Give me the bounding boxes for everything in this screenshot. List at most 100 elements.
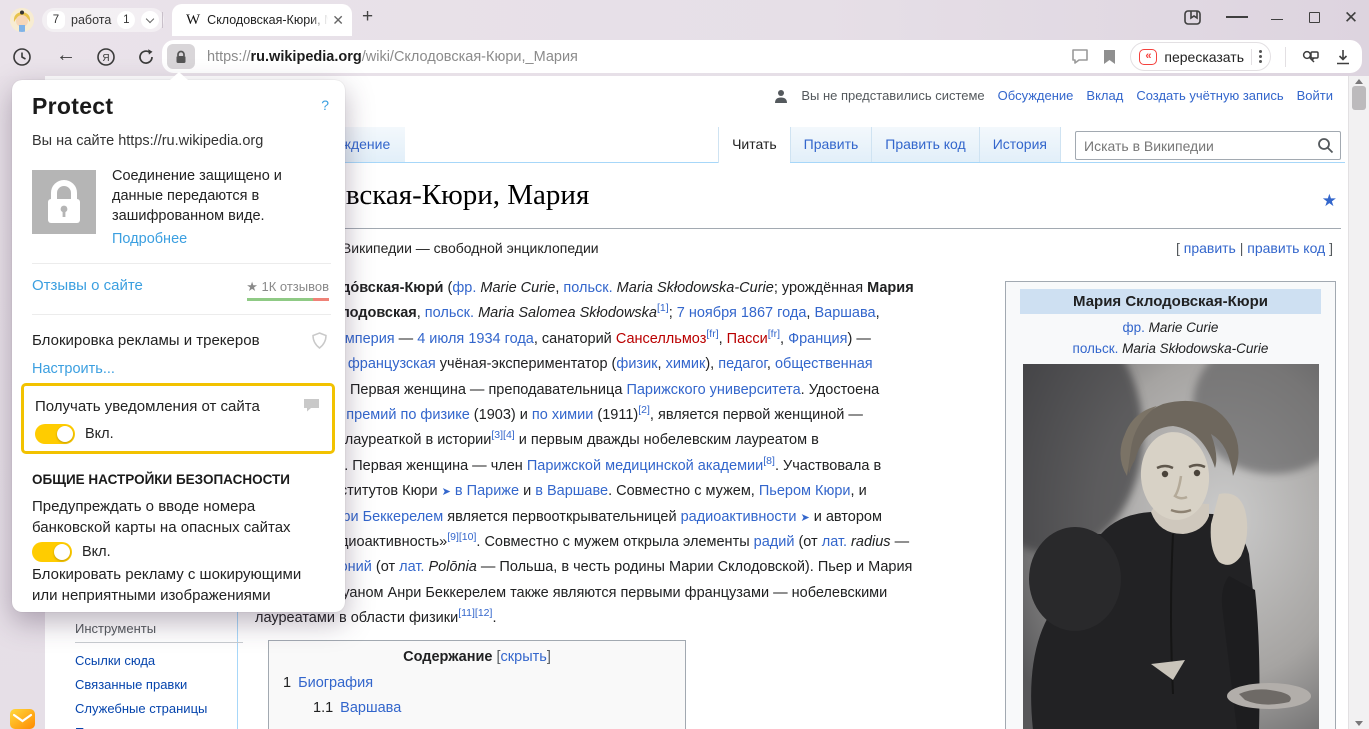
side-panel-button[interactable]	[1181, 6, 1203, 28]
tools-link[interactable]: Служебные страницы	[75, 701, 243, 716]
minimize-button[interactable]	[1266, 6, 1288, 28]
wiki-link[interactable]: в Варшаве	[535, 483, 608, 499]
reference-link[interactable]: [3][4]	[491, 430, 514, 442]
tab-1[interactable]: Читать	[718, 127, 790, 163]
wiki-link[interactable]: лат.	[822, 534, 847, 550]
wiki-link[interactable]: 4 июля	[417, 331, 464, 347]
wiki-link[interactable]: Санселльмоз	[616, 331, 707, 347]
reference-link[interactable]: [fr]	[706, 328, 718, 340]
wiki-link[interactable]: Варшава	[814, 305, 875, 321]
personal-link[interactable]: Вклад	[1086, 88, 1123, 103]
close-window-button[interactable]: ✕	[1340, 6, 1362, 28]
notifications-toggle[interactable]	[35, 424, 75, 444]
wiki-link[interactable]: фр.	[452, 280, 476, 296]
wiki-link[interactable]: 7 ноября	[677, 305, 737, 321]
yandex-home-button[interactable]: Я	[96, 47, 116, 72]
rephrase-more-button[interactable]	[1259, 48, 1262, 65]
wiki-link[interactable]: Франция	[788, 331, 847, 347]
wiki-link[interactable]: править	[1184, 240, 1236, 256]
active-browser-tab[interactable]: W Склодовская-Кюри, Ма ✕	[172, 4, 352, 36]
browser-menu-button[interactable]	[1226, 6, 1248, 28]
reference-link[interactable]: [9][10]	[447, 531, 476, 543]
wiki-link[interactable]: физик	[616, 356, 657, 372]
tab-4[interactable]: История	[979, 127, 1061, 162]
bookmark-icon[interactable]	[1103, 49, 1116, 65]
address-bar[interactable]: https://ru.wikipedia.org/wiki/Склодовска…	[162, 40, 1362, 73]
toc-item[interactable]: 1.1Варшава	[313, 700, 685, 716]
refresh-button[interactable]	[136, 47, 156, 72]
profile-avatar[interactable]	[10, 8, 34, 32]
wiki-link[interactable]: химик	[666, 356, 706, 372]
wiki-link[interactable]: по химии	[532, 407, 593, 423]
configure-link[interactable]: Настроить...	[32, 361, 115, 377]
clock-icon	[12, 47, 32, 67]
text-run[interactable]: ➤	[800, 512, 809, 524]
wiki-link[interactable]: фр.	[1123, 320, 1145, 335]
page-scrollbar[interactable]	[1348, 76, 1369, 729]
wiki-link[interactable]: править код	[1247, 240, 1325, 256]
wiki-link[interactable]: 1867 года	[741, 305, 807, 321]
maximize-button[interactable]	[1303, 6, 1325, 28]
reference-link[interactable]: [11][12]	[458, 607, 492, 619]
downloads-icon[interactable]	[1334, 48, 1352, 66]
tools-link[interactable]: Ссылки сюда	[75, 653, 243, 668]
tab-close-icon[interactable]: ✕	[332, 13, 344, 27]
toc-hide-link[interactable]: [скрыть]	[497, 649, 551, 665]
wiki-link[interactable]: Парижского университета	[626, 382, 800, 398]
wiki-link[interactable]: радий	[754, 534, 795, 550]
reference-link[interactable]: [fr]	[768, 328, 780, 340]
text-run[interactable]: ➤	[442, 486, 451, 498]
wiki-link[interactable]: французская	[348, 356, 436, 372]
personal-link[interactable]: Войти	[1297, 88, 1333, 103]
reference-link[interactable]: [8]	[763, 455, 775, 467]
toggle-state-label: Вкл.	[82, 544, 111, 560]
mail-button[interactable]	[10, 708, 35, 729]
tab-group-work[interactable]: 7 работа 1	[42, 8, 164, 32]
wiki-link[interactable]: Пьером Кюри	[759, 483, 851, 499]
protect-help-link[interactable]: ?	[321, 97, 329, 113]
new-tab-button[interactable]: +	[362, 6, 373, 28]
personal-link[interactable]: Обсуждение	[998, 88, 1074, 103]
wiki-link[interactable]: Парижской медицинской академии	[527, 458, 763, 474]
site-reviews-link[interactable]: Отзывы о сайте	[32, 277, 143, 294]
back-button[interactable]: ←	[56, 44, 76, 67]
wiki-link[interactable]: педагог	[718, 356, 767, 372]
toc-link[interactable]: Варшава	[340, 700, 401, 716]
wiki-link[interactable]: радиоактивности	[681, 509, 797, 525]
passwords-icon[interactable]	[1300, 48, 1320, 66]
wiki-link[interactable]: скрыть	[501, 649, 547, 665]
watch-star-icon[interactable]: ★	[1322, 191, 1337, 211]
tab-3[interactable]: Править код	[871, 127, 978, 162]
scroll-up-icon[interactable]	[1355, 79, 1363, 84]
search-input[interactable]	[1075, 131, 1341, 160]
wiki-link[interactable]: лат.	[399, 559, 424, 575]
history-button[interactable]	[12, 47, 32, 72]
wiki-link[interactable]: общественная	[775, 356, 873, 372]
rephrase-button[interactable]: « пересказать	[1130, 42, 1271, 71]
wiki-link[interactable]: 1934 года	[468, 331, 534, 347]
url-text[interactable]: https://ru.wikipedia.org/wiki/Склодовска…	[207, 49, 578, 65]
wiki-link[interactable]: польск.	[425, 305, 474, 321]
comments-icon[interactable]	[1071, 48, 1089, 65]
search-button[interactable]	[1317, 137, 1334, 159]
tools-link[interactable]: Связанные правки	[75, 677, 243, 692]
tools-link[interactable]: Постоянная ссылка	[75, 725, 243, 729]
wiki-link[interactable]: Пасси	[727, 331, 768, 347]
wiki-link[interactable]: польск.	[563, 280, 612, 296]
scroll-down-icon[interactable]	[1355, 721, 1363, 726]
details-link[interactable]: Подробнее	[112, 231, 187, 247]
scrollbar-thumb[interactable]	[1352, 86, 1366, 110]
reference-link[interactable]: [2]	[638, 404, 650, 416]
tab-2[interactable]: Править	[790, 127, 872, 162]
card-warning-toggle[interactable]	[32, 542, 72, 562]
wiki-link[interactable]: в Париже	[455, 483, 519, 499]
portrait-photo[interactable]	[1023, 364, 1319, 729]
site-security-button[interactable]	[167, 44, 195, 69]
tab-group-label: работа	[71, 13, 111, 27]
wiki-link[interactable]: польск.	[1073, 341, 1119, 356]
toc-link[interactable]: Биография	[298, 675, 373, 691]
reference-link[interactable]: [1]	[657, 303, 669, 315]
personal-link[interactable]: Создать учётную запись	[1136, 88, 1283, 103]
tab-group-expand-button[interactable]	[141, 11, 159, 29]
toc-item[interactable]: 1Биография	[283, 675, 685, 691]
